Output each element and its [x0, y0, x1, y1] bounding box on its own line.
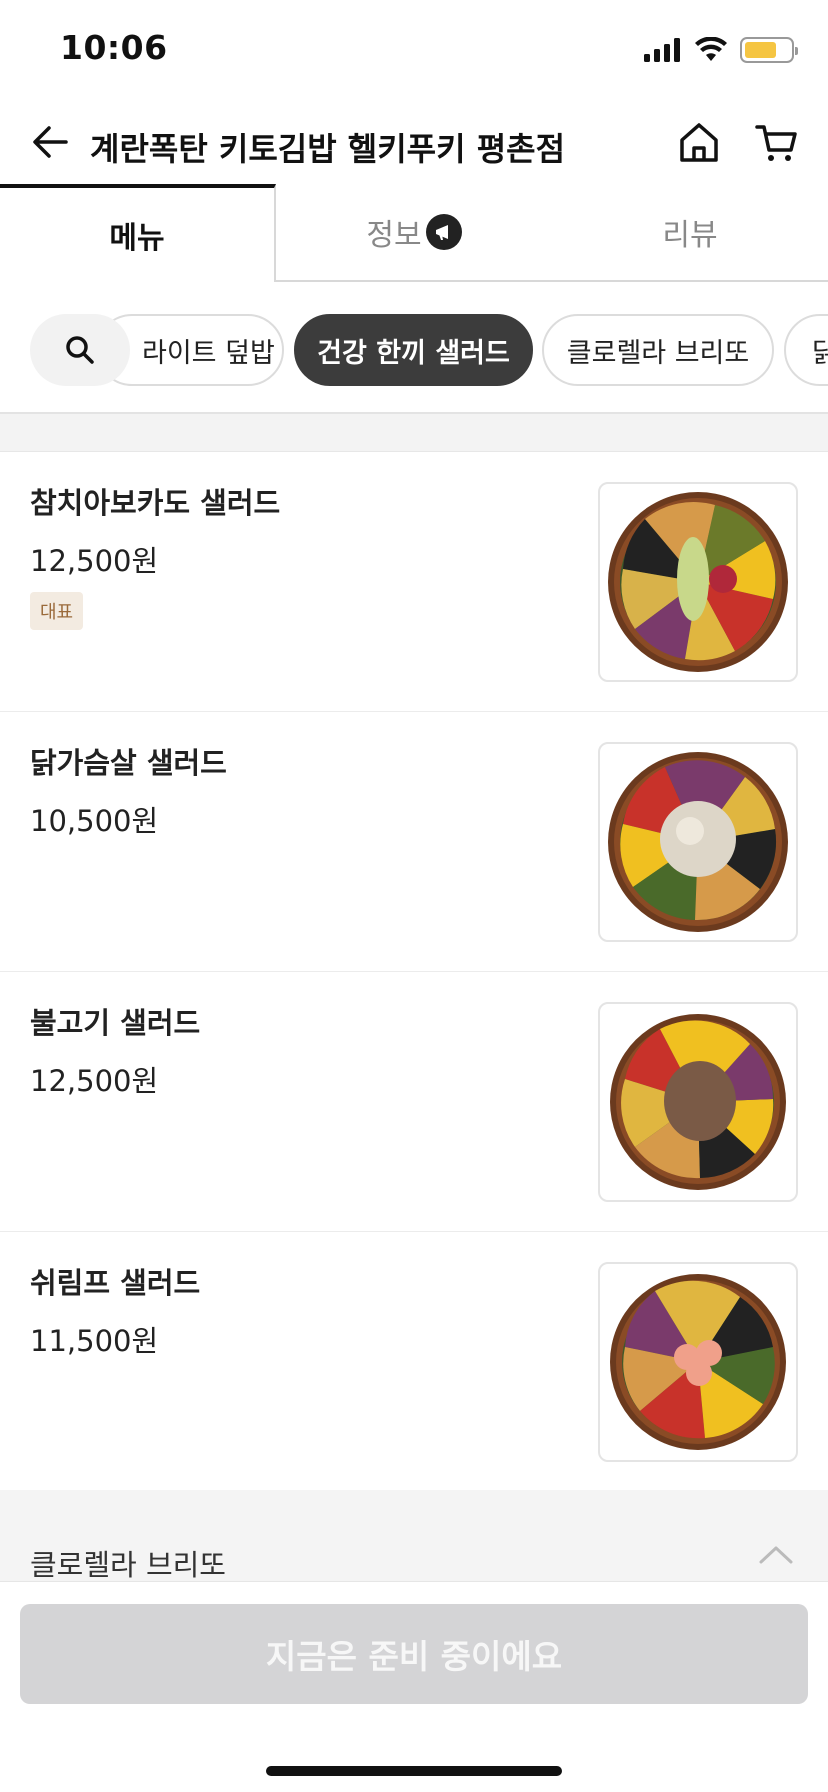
section-header-chlorella-burrito[interactable]: 클로렐라 브리또 — [0, 1490, 828, 1582]
cart-button[interactable] — [754, 120, 800, 166]
tab-menu-label: 메뉴 — [109, 221, 165, 256]
home-button[interactable] — [676, 120, 722, 166]
menu-item-price: 12,500원 — [30, 1064, 159, 1098]
menu-item-name: 쉬림프 샐러드 — [30, 1266, 201, 1300]
order-button[interactable]: 지금은 준비 중이에요 — [20, 1604, 808, 1704]
back-button[interactable] — [28, 120, 72, 164]
tab-bar: 메뉴 정보 리뷰 — [0, 184, 828, 282]
menu-item-name: 닭가슴살 샐러드 — [30, 746, 227, 780]
megaphone-icon — [425, 214, 462, 250]
salad-bowl-icon — [608, 752, 788, 932]
status-icons — [644, 34, 798, 66]
salad-bowl-icon — [610, 1274, 786, 1450]
chip-label: 클로렐라 브리또 — [566, 337, 750, 369]
tab-info[interactable]: 정보 — [276, 184, 552, 282]
menu-item[interactable]: 닭가슴살 샐러드 10,500원 — [0, 712, 828, 972]
status-time: 10:06 — [60, 28, 168, 67]
tab-info-label: 정보 — [366, 218, 422, 253]
signature-badge: 대표 — [30, 592, 84, 630]
menu-item-image — [598, 1262, 798, 1462]
search-icon — [66, 336, 94, 364]
tab-review-label: 리뷰 — [662, 218, 718, 253]
menu-item[interactable]: 쉬림프 샐러드 11,500원 — [0, 1232, 828, 1492]
battery-icon — [740, 37, 798, 63]
wifi-icon — [695, 37, 727, 61]
menu-item-price: 10,500원 — [30, 804, 159, 838]
category-chip-chlorella-burrito[interactable]: 클로렐라 브리또 — [542, 314, 774, 386]
menu-search-button[interactable] — [30, 314, 130, 386]
section-divider — [0, 412, 828, 452]
category-chip-healthy-salad[interactable]: 건강 한끼 샐러드 — [294, 314, 533, 386]
cart-icon — [755, 125, 797, 161]
header: 계란폭탄 키토김밥 헬키푸키 평촌점 — [0, 100, 828, 190]
menu-item-name: 참치아보카도 샐러드 — [30, 486, 281, 520]
back-arrow-icon — [33, 126, 68, 158]
menu-item-image — [598, 1002, 798, 1202]
status-bar: 10:06 — [0, 0, 828, 100]
menu-item[interactable]: 참치아보카도 샐러드 12,500원 대표 — [0, 452, 828, 712]
section-title: 클로렐라 브리또 — [30, 1548, 226, 1582]
store-title: 계란폭탄 키토김밥 헬키푸키 평촌점 — [90, 130, 566, 168]
menu-item-name: 불고기 샐러드 — [30, 1006, 201, 1040]
cellular-signal-icon — [644, 38, 680, 62]
bottom-action-bar: 지금은 준비 중이에요 — [0, 1582, 828, 1792]
home-indicator — [266, 1766, 562, 1776]
category-chip-chicken[interactable]: 닭 — [784, 314, 828, 386]
chip-label: 라이트 덮밥 — [142, 337, 275, 369]
salad-bowl-icon — [610, 1014, 786, 1190]
home-icon — [680, 123, 718, 162]
menu-item-image — [598, 742, 798, 942]
menu-item[interactable]: 불고기 샐러드 12,500원 — [0, 972, 828, 1232]
tab-review[interactable]: 리뷰 — [552, 184, 828, 282]
menu-item-image — [598, 482, 798, 682]
chevron-up-icon — [759, 1546, 793, 1564]
menu-item-price: 11,500원 — [30, 1324, 159, 1358]
category-chip-row[interactable]: 라이트 덮밥 건강 한끼 샐러드 클로렐라 브리또 닭 — [0, 312, 828, 388]
chip-label: 건강 한끼 샐러드 — [317, 337, 510, 369]
chip-label: 닭 — [812, 337, 828, 369]
salad-bowl-icon — [608, 492, 788, 672]
menu-item-price: 12,500원 — [30, 544, 159, 578]
tab-menu[interactable]: 메뉴 — [0, 184, 276, 282]
